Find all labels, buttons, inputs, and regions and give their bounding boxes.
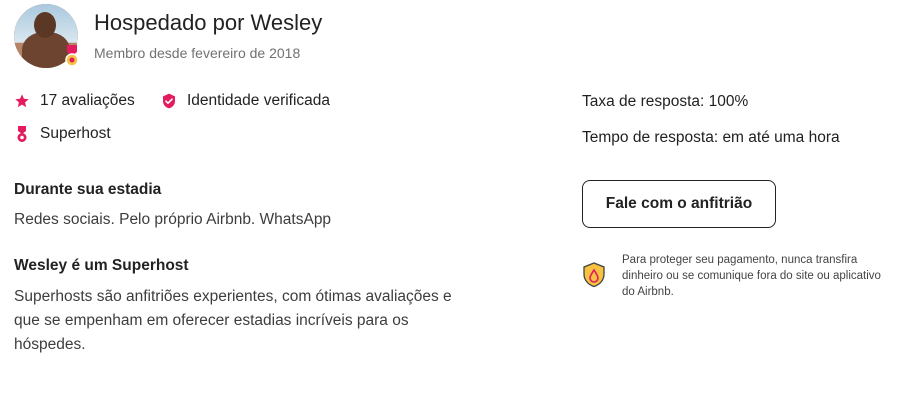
payment-protection-icon — [582, 262, 606, 293]
identity-stat: Identidade verificada — [161, 92, 330, 110]
member-since: Membro desde fevereiro de 2018 — [94, 45, 301, 61]
reviews-count: 17 avaliações — [40, 92, 135, 109]
response-rate: Taxa de resposta: 100% — [582, 93, 749, 110]
contact-host-button[interactable]: Fale com o anfitrião — [582, 180, 776, 228]
superhost-medal-icon — [14, 125, 30, 143]
payment-protection-notice: Para proteger seu pagamento, nunca trans… — [622, 254, 881, 298]
identity-verified: Identidade verificada — [187, 92, 331, 109]
during-stay-text: Redes sociais. Pelo próprio Airbnb. What… — [14, 211, 332, 228]
reviews-stat: 17 avaliações — [14, 92, 135, 110]
response-time: Tempo de resposta: em até uma hora — [582, 129, 840, 146]
shield-check-icon — [161, 93, 177, 109]
host-title: Hospedado por Wesley — [94, 10, 323, 35]
superhost-badge-icon — [64, 44, 80, 68]
superhost-stat: Superhost — [14, 125, 111, 143]
superhost-label: Superhost — [40, 125, 111, 142]
during-stay-heading: Durante sua estadia — [14, 181, 162, 198]
superhost-description: Superhosts são anfitriões experientes, c… — [14, 288, 452, 353]
star-icon — [14, 93, 30, 109]
superhost-heading: Wesley é um Superhost — [14, 257, 189, 274]
